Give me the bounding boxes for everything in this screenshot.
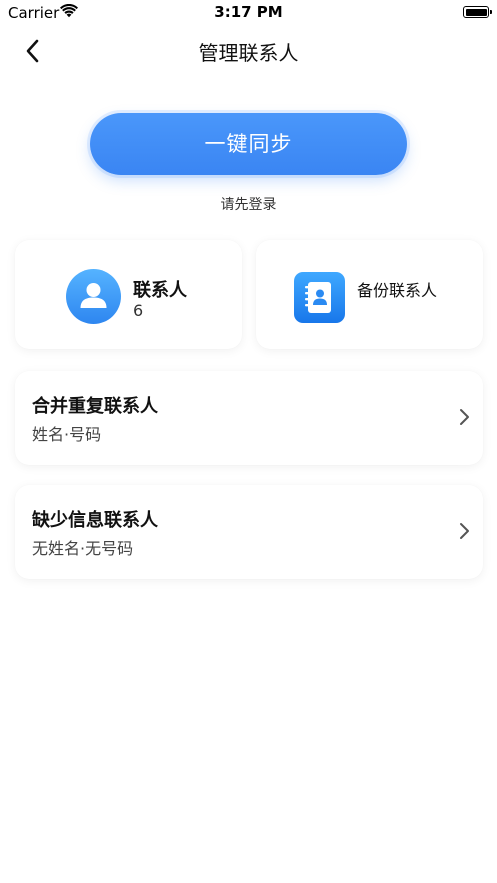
missing-info-subtitle: 无姓名·无号码 bbox=[32, 539, 134, 558]
status-time: 3:17 PM bbox=[214, 3, 283, 21]
backup-contacts-card[interactable]: 备份联系人 bbox=[256, 240, 483, 349]
chevron-right-icon bbox=[460, 409, 469, 425]
missing-info-title: 缺少信息联系人 bbox=[32, 510, 158, 531]
one-click-sync-button[interactable]: 一键同步 bbox=[90, 113, 407, 175]
backup-contacts-label: 备份联系人 bbox=[357, 281, 438, 300]
missing-info-row[interactable]: 缺少信息联系人 无姓名·无号码 bbox=[15, 485, 483, 579]
manage-contacts-screen: Carrier 3:17 PM 管理联系人 一键同步 请先登录 联系人 6 备份… bbox=[0, 0, 497, 883]
chevron-right-icon bbox=[460, 523, 469, 539]
contacts-count: 6 bbox=[133, 301, 144, 320]
merge-duplicates-row[interactable]: 合并重复联系人 姓名·号码 bbox=[15, 371, 483, 465]
login-hint-link[interactable]: 请先登录 bbox=[0, 194, 497, 214]
address-book-icon bbox=[294, 272, 345, 323]
merge-duplicates-title: 合并重复联系人 bbox=[32, 396, 158, 417]
address-book-glyph bbox=[305, 282, 331, 313]
contacts-label: 联系人 bbox=[133, 280, 187, 301]
navigation-bar: 管理联系人 bbox=[0, 26, 497, 76]
merge-duplicates-subtitle: 姓名·号码 bbox=[32, 425, 102, 444]
person-glyph bbox=[80, 283, 107, 308]
battery-icon bbox=[463, 6, 492, 18]
page-title: 管理联系人 bbox=[198, 41, 299, 65]
contacts-card[interactable]: 联系人 6 bbox=[15, 240, 242, 349]
status-bar: Carrier 3:17 PM bbox=[0, 0, 497, 26]
person-icon bbox=[66, 269, 121, 324]
battery-level bbox=[465, 8, 487, 16]
